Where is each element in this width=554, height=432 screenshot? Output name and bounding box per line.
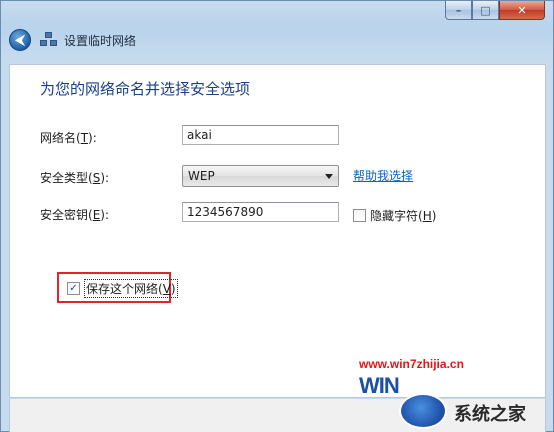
maximize-button[interactable]: □ xyxy=(472,1,499,20)
help-choose-link[interactable]: 帮助我选择 xyxy=(353,167,413,184)
chevron-down-icon xyxy=(325,174,333,179)
security-type-select[interactable]: WEP xyxy=(182,165,339,187)
minimize-button[interactable]: – xyxy=(445,1,472,20)
network-icon xyxy=(40,32,58,48)
watermark-url: www.win7zhijia.cn xyxy=(359,357,464,371)
nav-bar: ⮜ 设置临时网络 xyxy=(9,29,136,51)
save-network-checkbox[interactable]: ✓ xyxy=(67,282,80,295)
hide-chars-checkbox[interactable] xyxy=(353,209,366,222)
windows-logo-icon xyxy=(399,393,447,429)
content-pane: 为您的网络命名并选择安全选项 网络名(T): 安全类型(S): WEP 帮助我选… xyxy=(9,64,546,398)
network-name-label: 网络名(T): xyxy=(40,131,97,145)
watermark-name: 系统之家 xyxy=(454,404,526,424)
security-key-label: 安全密钥(E): xyxy=(40,208,110,222)
page-title: 为您的网络命名并选择安全选项 xyxy=(40,80,251,98)
security-type-value: WEP xyxy=(188,169,215,183)
app-window: – □ ✕ ⮜ 设置临时网络 为您的网络命名并选择安全选项 网络名(T): 安全… xyxy=(0,0,554,432)
network-name-input[interactable] xyxy=(182,125,339,145)
security-key-input[interactable] xyxy=(182,202,339,222)
security-type-label: 安全类型(S): xyxy=(40,171,110,185)
window-title: 设置临时网络 xyxy=(64,33,137,48)
back-arrow-icon[interactable]: ⮜ xyxy=(9,29,31,51)
caption-buttons: – □ ✕ xyxy=(445,1,545,20)
save-network-row: ✓ 保存这个网络(V) xyxy=(67,279,178,298)
watermark-logo: WIN xyxy=(359,373,400,398)
close-button[interactable]: ✕ xyxy=(499,1,545,20)
hide-chars-row: 隐藏字符(H) xyxy=(353,207,436,224)
save-network-label: 保存这个网络(V) xyxy=(84,279,178,298)
hide-chars-label: 隐藏字符(H) xyxy=(370,209,437,223)
